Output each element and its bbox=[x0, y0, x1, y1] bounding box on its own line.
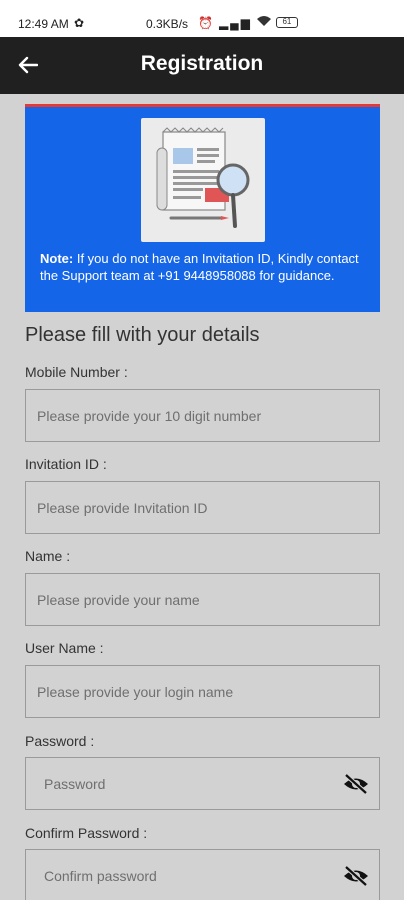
password-field bbox=[25, 757, 380, 810]
password-label: Password : bbox=[25, 733, 95, 749]
confirm-password-input[interactable] bbox=[26, 850, 379, 900]
toggle-password-visibility-button[interactable] bbox=[341, 770, 371, 798]
form-heading: Please fill with your details bbox=[25, 324, 260, 346]
wifi-icon bbox=[256, 15, 272, 30]
support-note: Note: If you do not have an Invitation I… bbox=[40, 250, 370, 284]
mobile-number-input[interactable] bbox=[26, 390, 379, 441]
name-field bbox=[25, 573, 380, 626]
confirm-password-label: Confirm Password : bbox=[25, 825, 148, 841]
invitation-id-field bbox=[25, 481, 380, 534]
note-text: If you do not have an Invitation ID, Kin… bbox=[40, 251, 359, 283]
app-bar: Registration bbox=[0, 37, 404, 94]
alarm-icon: ⏰ bbox=[198, 15, 215, 30]
user-name-field bbox=[25, 665, 380, 718]
user-name-label: User Name : bbox=[25, 640, 104, 656]
name-input[interactable] bbox=[26, 574, 379, 625]
info-banner: Note: If you do not have an Invitation I… bbox=[25, 107, 380, 312]
password-input[interactable] bbox=[26, 758, 379, 809]
note-label: Note: bbox=[40, 251, 74, 266]
mobile-number-label: Mobile Number : bbox=[25, 364, 128, 380]
signal-icon: ▂▄▆ bbox=[218, 15, 252, 30]
page-title: Registration bbox=[140, 52, 264, 75]
battery-icon: 61 bbox=[275, 17, 298, 28]
network-speed: 0.3KB/s bbox=[146, 17, 189, 31]
user-name-input[interactable] bbox=[26, 666, 379, 717]
invitation-id-label: Invitation ID : bbox=[25, 456, 107, 472]
confirm-password-field bbox=[25, 849, 380, 900]
settings-icon: ✿ bbox=[74, 16, 85, 30]
eye-off-icon bbox=[344, 865, 368, 887]
invitation-id-input[interactable] bbox=[26, 482, 379, 533]
eye-off-icon bbox=[344, 773, 368, 795]
mobile-number-field bbox=[25, 389, 380, 442]
name-label: Name : bbox=[25, 548, 71, 564]
status-bar: 12:49 AM ✿ 0.3KB/s ⏰ ▂▄▆ 61 bbox=[0, 0, 404, 37]
status-icons: ⏰ ▂▄▆ 61 bbox=[198, 15, 298, 30]
status-time: 12:49 AM bbox=[18, 17, 69, 31]
toggle-confirm-password-visibility-button[interactable] bbox=[341, 862, 371, 890]
document-search-illustration bbox=[141, 118, 265, 242]
